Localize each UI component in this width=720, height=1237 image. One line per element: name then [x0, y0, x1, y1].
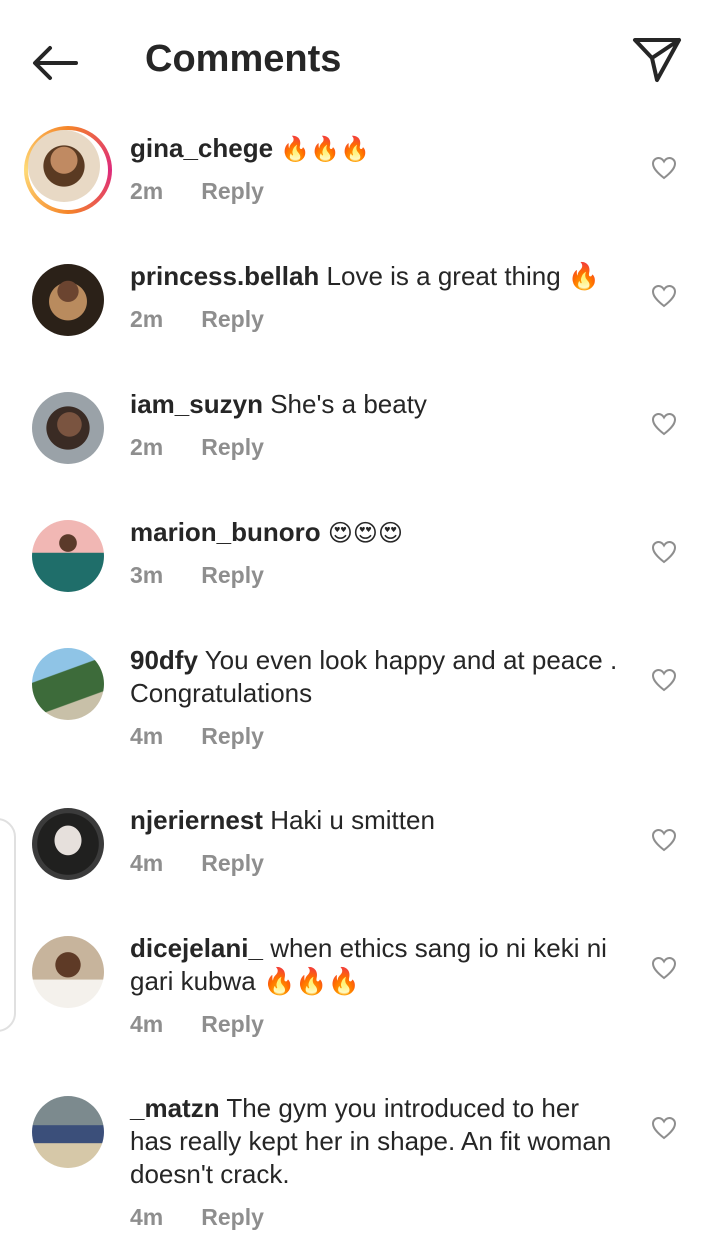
comment-item: marion_bunoro 😍😍😍 3m Reply: [0, 510, 720, 620]
comment-text: 🔥🔥🔥: [280, 135, 370, 163]
heart-icon[interactable]: [651, 668, 677, 692]
header-bar: Comments: [0, 0, 720, 120]
comment-text: Haki u smitten: [270, 805, 435, 835]
comment-item: princess.bellah Love is a great thing 🔥 …: [0, 254, 720, 364]
page-title: Comments: [145, 38, 342, 80]
comment-time: 2m: [130, 434, 164, 460]
comment-item: iam_suzyn She's a beaty 2m Reply: [0, 382, 720, 492]
comment-time: 4m: [130, 1011, 164, 1037]
comment-time: 2m: [130, 306, 164, 332]
heart-icon[interactable]: [651, 412, 677, 436]
arrow-left-icon: [33, 46, 78, 80]
comment-time: 4m: [130, 723, 164, 749]
comment-text: You even look happy and at peace . Congr…: [130, 645, 618, 708]
reply-button[interactable]: Reply: [201, 434, 264, 460]
reply-button[interactable]: Reply: [201, 850, 264, 876]
reply-button[interactable]: Reply: [201, 723, 264, 749]
comment-item: _matzn The gym you introduced to her has…: [0, 1086, 720, 1236]
comment-username[interactable]: _matzn: [130, 1093, 220, 1123]
comment-item: dicejelani_ when ethics sang io ni keki …: [0, 926, 720, 1066]
comment-username[interactable]: 90dfy: [130, 645, 198, 675]
heart-icon[interactable]: [651, 1116, 677, 1140]
avatar: [28, 130, 100, 202]
comment-text: Love is a great thing 🔥: [326, 261, 601, 291]
heart-icon[interactable]: [651, 828, 677, 852]
avatar[interactable]: [32, 392, 104, 464]
avatar[interactable]: [32, 936, 104, 1008]
heart-icon[interactable]: [651, 284, 677, 308]
back-button[interactable]: [28, 38, 84, 88]
comment-time: 3m: [130, 562, 164, 588]
comment-time: 4m: [130, 1204, 164, 1230]
avatar[interactable]: [32, 808, 104, 880]
comment-text: 😍😍😍: [327, 519, 403, 547]
comment-username[interactable]: princess.bellah: [130, 261, 319, 291]
avatar[interactable]: [32, 1096, 104, 1168]
paper-plane-icon: [633, 38, 681, 82]
heart-icon[interactable]: [651, 956, 677, 980]
avatar-story-ring[interactable]: [24, 126, 112, 214]
avatar[interactable]: [32, 264, 104, 336]
comment-item: njeriernest Haki u smitten 4m Reply: [0, 798, 720, 908]
avatar[interactable]: [32, 520, 104, 592]
comment-text: She's a beaty: [270, 389, 427, 419]
comment-time: 2m: [130, 178, 164, 204]
heart-icon[interactable]: [651, 540, 677, 564]
reply-button[interactable]: Reply: [201, 1011, 264, 1037]
comment-username[interactable]: gina_chege: [130, 133, 273, 163]
comment-username[interactable]: njeriernest: [130, 805, 263, 835]
reply-button[interactable]: Reply: [201, 1204, 264, 1230]
reply-button[interactable]: Reply: [201, 562, 264, 588]
reply-button[interactable]: Reply: [201, 306, 264, 332]
reply-button[interactable]: Reply: [201, 178, 264, 204]
comment-time: 4m: [130, 850, 164, 876]
share-button[interactable]: [630, 34, 684, 84]
avatar[interactable]: [32, 648, 104, 720]
comment-item: gina_chege 🔥🔥🔥 2m Reply: [0, 126, 720, 236]
heart-icon[interactable]: [651, 156, 677, 180]
comment-username[interactable]: marion_bunoro: [130, 517, 321, 547]
comment-username[interactable]: dicejelani_: [130, 933, 263, 963]
comment-username[interactable]: iam_suzyn: [130, 389, 263, 419]
comment-item: 90dfy You even look happy and at peace .…: [0, 638, 720, 778]
